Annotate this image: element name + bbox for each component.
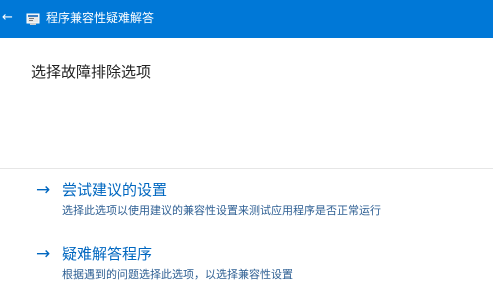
window-title: 程序兼容性疑难解答	[46, 11, 155, 25]
arrow-right-icon: →	[36, 180, 51, 200]
option-troubleshoot-program[interactable]: → 疑难解答程序 根据遇到的问题选择此选项，以选择兼容性设置	[36, 244, 476, 284]
option-title[interactable]: 疑难解答程序	[62, 244, 152, 264]
option-try-recommended-settings[interactable]: → 尝试建议的设置 选择此选项以使用建议的兼容性设置来测试应用程序是否正常运行	[36, 180, 476, 220]
back-arrow-icon[interactable]: ←	[2, 10, 16, 26]
divider	[0, 168, 493, 169]
option-description: 选择此选项以使用建议的兼容性设置来测试应用程序是否正常运行	[62, 204, 381, 217]
arrow-right-icon: →	[36, 244, 51, 264]
option-description: 根据遇到的问题选择此选项，以选择兼容性设置	[62, 268, 293, 281]
troubleshooter-app-icon	[26, 11, 40, 25]
page-heading: 选择故障排除选项	[31, 63, 152, 81]
option-title[interactable]: 尝试建议的设置	[62, 180, 167, 200]
title-bar: ← 程序兼容性疑难解答	[0, 0, 493, 38]
